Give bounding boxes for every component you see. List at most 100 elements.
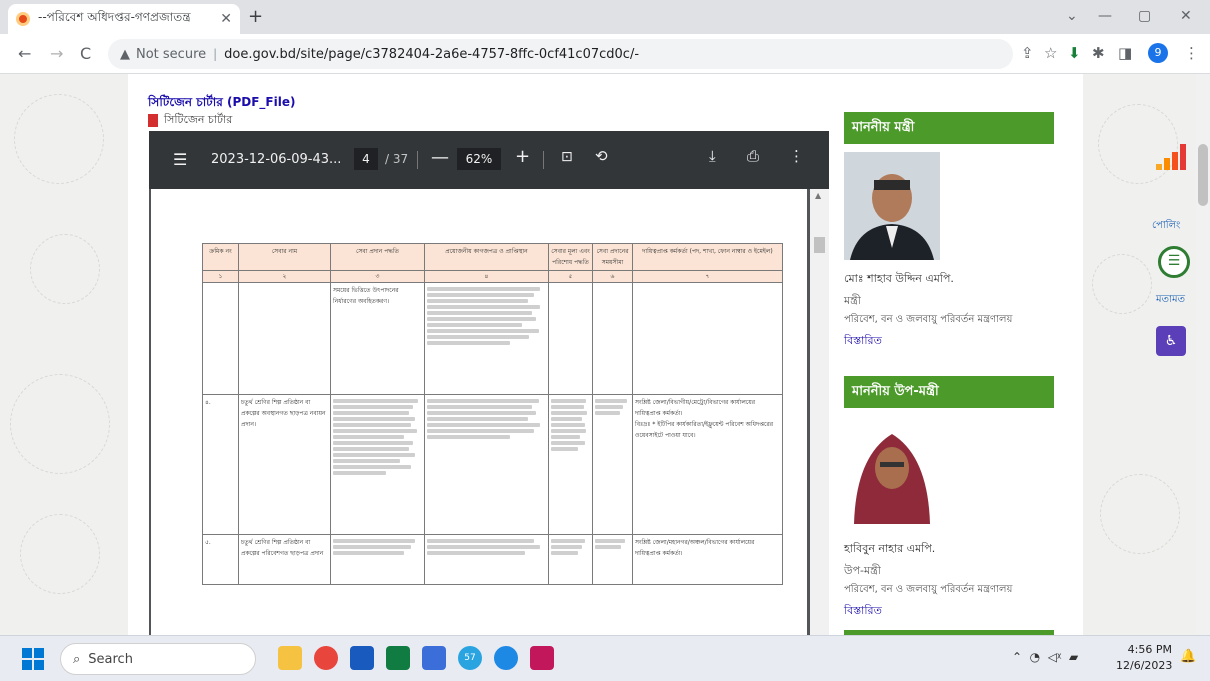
table-header: সেবা প্রদান পদ্ধতি [330,243,425,271]
background-motif [30,234,100,304]
tab-title: --পরিবেশ অধিদপ্তর-গণপ্রজাতন্ত্র [38,10,191,24]
system-clock[interactable]: 4:56 PM 12/6/2023 [1116,642,1172,674]
table-cell [330,394,425,535]
text-line [595,405,623,409]
edge-icon[interactable] [494,646,518,670]
security-label[interactable]: Not secure [136,47,206,62]
text-line [333,453,415,457]
text-line [427,329,539,333]
table-cell: সময়ের ভিত্তিতে উৎপাদনের নির্ধারণের অবহি… [330,282,425,395]
text-line [427,293,535,297]
close-window-button[interactable]: ✕ [1180,8,1192,24]
toolbar-divider [417,151,418,169]
main-content: সিটিজেন চার্টার (PDF_File) সিটিজেন চার্ট… [128,74,1083,635]
profile-avatar[interactable]: 9 [1148,43,1168,63]
minimize-button[interactable]: — [1098,8,1112,24]
taskbar-search-label: Search [88,651,133,667]
menu-icon[interactable]: ☰ [173,150,187,169]
maximize-button[interactable]: ▢ [1138,8,1151,24]
text-line [551,545,583,549]
close-tab-icon[interactable]: ✕ [220,11,232,27]
search-icon: ⌕ [73,651,81,667]
download-extension-icon[interactable]: ⬇ [1068,44,1081,62]
minister-designation: মন্ত্রী [844,294,861,307]
background-motif [14,94,104,184]
notes-icon[interactable] [422,646,446,670]
table-header: সেবার মূল্য এবং পরিশোধ পদ্ধতি [548,243,593,271]
table-cell: চতুর্থ শ্রেণির শিল্প প্রতিষ্ঠান বা প্রকল… [238,534,331,585]
forward-button[interactable]: → [50,44,63,63]
browser-menu-icon[interactable]: ⋮ [1184,44,1199,62]
zoom-in-button[interactable]: + [515,146,530,167]
zoom-out-button[interactable]: — [431,147,449,168]
table-cell [592,534,633,585]
accessibility-icon[interactable]: ♿ [1156,326,1186,356]
bookmark-star-icon[interactable]: ☆ [1044,44,1057,62]
feedback-chat-icon[interactable]: ☰ [1158,246,1190,278]
text-line [333,459,400,463]
word-icon[interactable] [350,646,374,670]
text-line [551,411,587,415]
browser-scroll-thumb[interactable] [1198,144,1208,206]
text-line [427,323,523,327]
file-explorer-icon[interactable] [278,646,302,670]
text-line [551,405,585,409]
print-icon[interactable]: ⎙ [747,147,759,165]
share-icon[interactable]: ⇪ [1021,44,1034,62]
text-line [427,299,529,303]
url-text[interactable]: doe.gov.bd/site/page/c3782404-2a6e-4757-… [224,47,639,62]
pdf-file-label[interactable]: সিটিজেন চার্টার [164,111,232,130]
windows-start-icon[interactable] [22,648,44,670]
text-line [427,551,525,555]
taskbar-search[interactable]: ⌕ Search [60,643,256,675]
pdf-file-link[interactable]: সিটিজেন চার্টার [148,111,232,130]
text-line [427,429,535,433]
text-line [427,287,541,291]
system-tray-icons[interactable]: ⌃ ◔ ◁ᵡ ▰ [1012,650,1078,664]
new-tab-button[interactable]: + [248,6,263,27]
text-line [551,539,586,543]
background-motif [1098,104,1178,184]
tab-search-chevron-icon[interactable]: ⌄ [1066,8,1078,24]
side-panel-icon[interactable]: ◨ [1118,44,1132,62]
text-line [551,435,581,439]
zoom-level-input[interactable]: 62% [457,148,501,170]
page-number-input[interactable]: 4 [354,148,378,170]
excel-icon[interactable] [386,646,410,670]
tab-strip: --পরিবেশ অধিদপ্তর-গণপ্রজাতন্ত্র ✕ + ⌄ — … [0,0,1210,34]
text-line [427,545,541,549]
pdf-scrollbar[interactable]: ▲ [810,189,829,635]
table-cell [330,534,425,585]
warning-icon[interactable]: ▲ [120,47,130,62]
opinion-link[interactable]: মতামত [1156,292,1185,309]
back-button[interactable]: ← [18,44,31,63]
reload-button[interactable]: C [80,44,91,63]
browser-tab[interactable]: --পরিবেশ অধিদপ্তর-গণপ্রজাতন্ত্র ✕ [8,4,240,34]
deputy-minister-details-link[interactable]: বিস্তারিত [844,602,882,621]
scroll-up-arrow-icon[interactable]: ▲ [815,191,821,200]
extensions-puzzle-icon[interactable]: ✱ [1092,44,1105,62]
download-icon[interactable]: ⤓ [709,147,716,165]
minister-details-link[interactable]: বিস্তারিত [844,332,882,351]
deputy-minister-designation: উপ-মন্ত্রী [844,564,881,577]
rotate-icon[interactable]: ⟲ [595,147,608,165]
text-line [333,465,412,469]
official-text: সংশ্লিষ্ট জেলা/বিভাগীয়/মেট্রো/বিভাগের ক… [635,399,756,417]
pdf-filename: 2023-12-06-09-43... [211,152,342,167]
fit-to-page-icon[interactable]: ⊡ [561,149,573,165]
poll-link[interactable]: পোলিং [1152,218,1180,235]
whatsapp-icon[interactable]: 57 [458,646,482,670]
table-cell: ৫. [202,534,239,585]
browser-scrollbar[interactable] [1196,74,1210,635]
more-options-icon[interactable]: ⋮ [789,147,804,165]
app-icon[interactable] [530,646,554,670]
note-text: বিঃদ্রঃ * ইটিপির কার্যকারিতা/ইফ্লুয়েন্ট… [635,421,774,439]
address-bar[interactable]: ▲ Not secure | doe.gov.bd/site/page/c378… [108,39,1013,69]
notification-bell-icon[interactable]: 🔔 [1180,649,1196,664]
pdf-scroll-thumb[interactable] [814,237,825,253]
text-line [333,399,418,403]
chrome-icon[interactable] [314,646,338,670]
table-header: সেবা প্রদানের সময়সীমা [592,243,633,271]
text-line [427,341,511,345]
text-line [595,545,622,549]
